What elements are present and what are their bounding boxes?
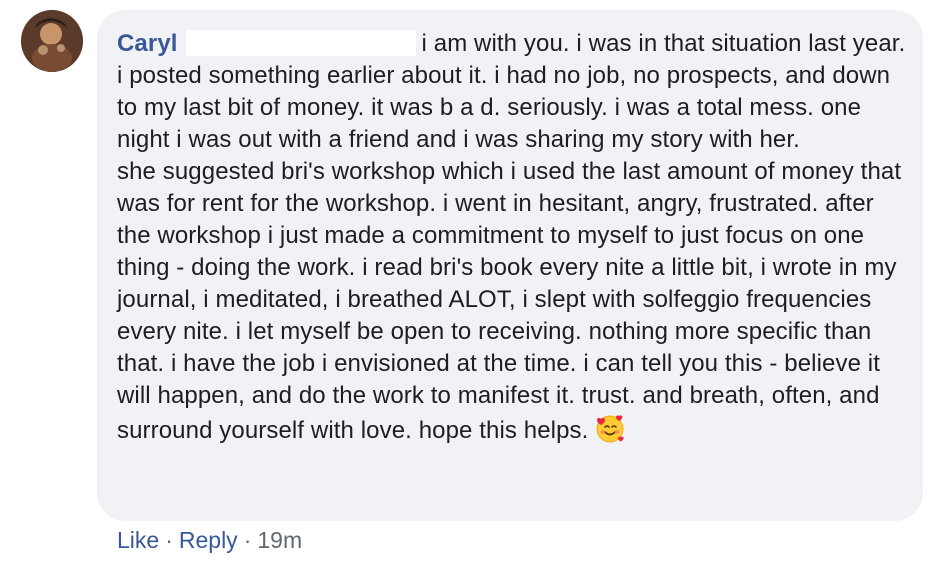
comment-timestamp[interactable]: 19m: [257, 527, 302, 553]
comment-author[interactable]: Caryl: [117, 30, 178, 57]
redacted-name-block: [185, 30, 416, 56]
comment-text: Caryl i am with you. i was in that situat…: [117, 28, 907, 447]
comment-body-paragraph-2: she suggested bri's workshop which i use…: [117, 158, 902, 444]
reply-button[interactable]: Reply: [179, 527, 238, 553]
like-button[interactable]: Like: [117, 527, 159, 553]
separator: ·: [165, 527, 173, 553]
avatar-photo: [21, 10, 83, 72]
avatar[interactable]: [21, 10, 83, 72]
smiling-face-with-hearts-icon: [594, 412, 626, 444]
comment-actions: Like · Reply · 19m: [117, 525, 302, 555]
comment-bubble: Caryl i am with you. i was in that situat…: [97, 10, 923, 521]
separator: ·: [243, 527, 252, 553]
